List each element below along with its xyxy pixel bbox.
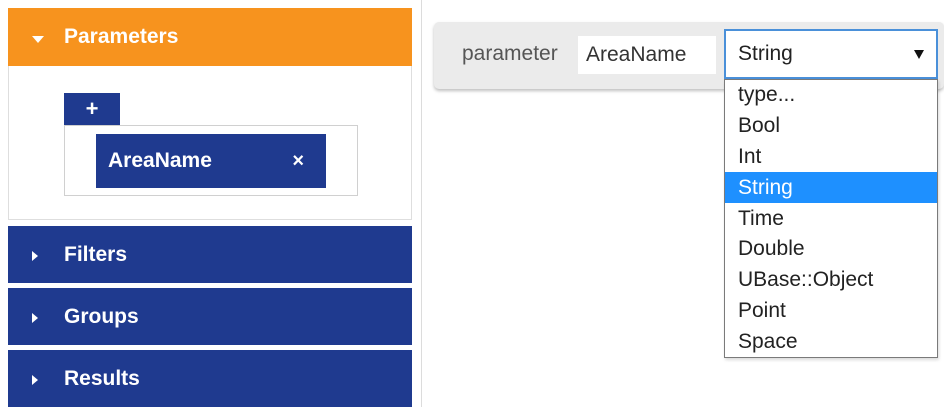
type-option[interactable]: Time	[725, 203, 937, 234]
chevron-right-icon	[32, 243, 54, 267]
remove-parameter-icon[interactable]: ×	[292, 150, 304, 173]
type-option[interactable]: Double	[725, 234, 937, 265]
chevron-right-icon	[32, 367, 54, 391]
type-option[interactable]: Space	[725, 326, 937, 357]
results-section-header[interactable]: Results	[8, 350, 412, 407]
chevron-down-icon	[32, 25, 54, 49]
parameter-type-select[interactable]: String	[724, 29, 938, 79]
type-dropdown-list: type... Bool Int String Time Double UBase::Obj…	[724, 79, 938, 358]
query-sidebar: Parameters + AreaName × Filters Groups R…	[0, 0, 422, 407]
parameter-chip-label: AreaName	[108, 149, 212, 172]
parameter-label: parameter	[462, 42, 558, 65]
results-section-label: Results	[64, 366, 140, 390]
type-option[interactable]: Int	[725, 142, 937, 173]
type-select-value: String	[738, 42, 793, 65]
parameter-chip[interactable]: AreaName ×	[96, 134, 326, 188]
type-option[interactable]: String	[725, 172, 937, 204]
add-parameter-button[interactable]: +	[64, 93, 120, 125]
groups-section-header[interactable]: Groups	[8, 288, 412, 345]
chevron-right-icon	[32, 305, 54, 329]
dropdown-arrow-icon	[914, 50, 924, 59]
type-option[interactable]: Point	[725, 296, 937, 327]
parameters-section-header[interactable]: Parameters	[8, 8, 412, 66]
filters-section-label: Filters	[64, 242, 128, 266]
type-option[interactable]: Bool	[725, 111, 937, 142]
parameter-name-input[interactable]	[578, 36, 716, 74]
type-option[interactable]: type...	[725, 80, 937, 111]
parameters-section-label: Parameters	[64, 25, 179, 48]
filters-section-header[interactable]: Filters	[8, 226, 412, 283]
type-option[interactable]: UBase::Object	[725, 265, 937, 296]
groups-section-label: Groups	[64, 304, 139, 328]
